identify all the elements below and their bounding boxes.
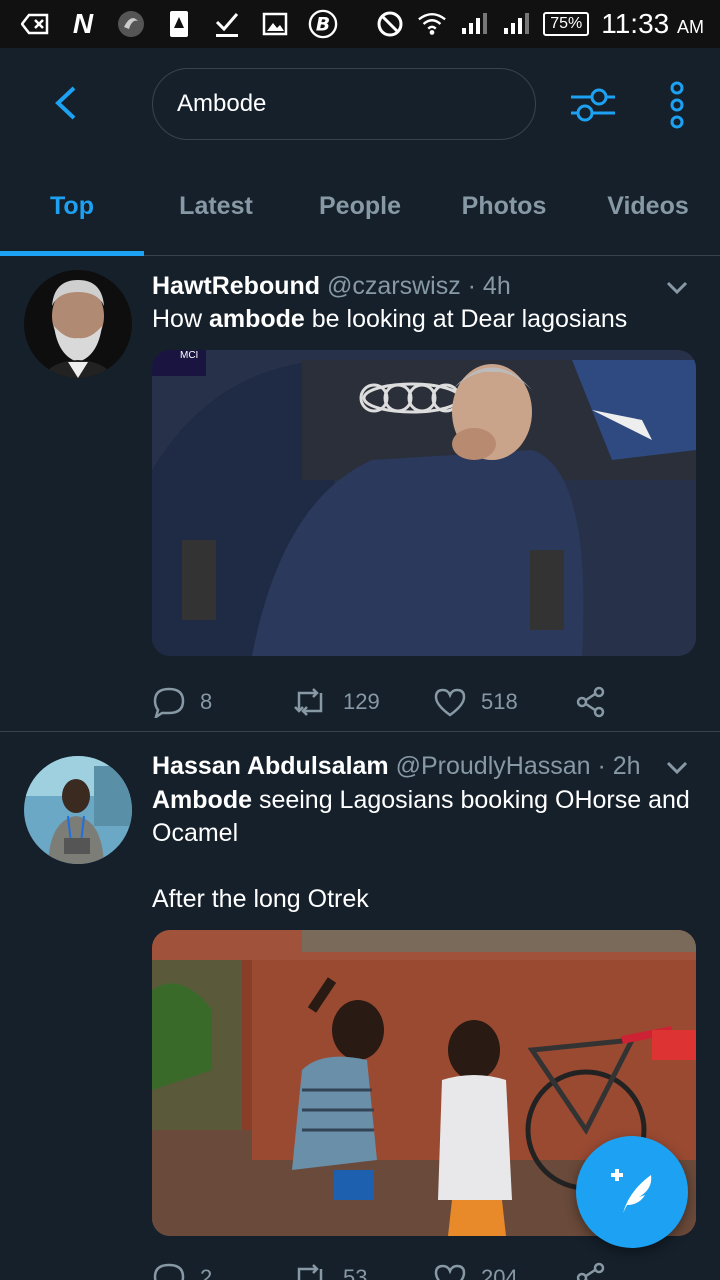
reply-icon: [153, 687, 185, 718]
phoenix-icon: [116, 9, 146, 39]
alert-file-icon: [164, 9, 194, 39]
share-icon: [576, 686, 605, 718]
share-button[interactable]: [575, 686, 607, 718]
b-app-icon: B: [308, 9, 338, 39]
chevron-down-icon[interactable]: [662, 272, 692, 302]
search-query: Ambode: [177, 90, 267, 117]
media-overlay-label: MCI: [180, 350, 199, 361]
tab-videos[interactable]: Videos: [576, 158, 720, 255]
tweet-actions: 2 53 204: [152, 1256, 696, 1280]
back-button[interactable]: [40, 78, 90, 128]
share-icon: [576, 1262, 605, 1280]
search-header: Ambode: [0, 48, 720, 158]
compose-feather-icon: [611, 1169, 652, 1213]
tab-photos[interactable]: Photos: [432, 158, 576, 255]
reply-count: 8: [200, 689, 213, 714]
chevron-down-icon[interactable]: [662, 752, 692, 782]
like-count: 204: [481, 1265, 518, 1280]
share-button[interactable]: [575, 1262, 607, 1280]
retweet-button[interactable]: 53: [291, 1263, 433, 1280]
battery-level: 75%: [543, 12, 590, 36]
retweet-button[interactable]: 129: [291, 687, 433, 717]
reply-button[interactable]: 2: [152, 1262, 291, 1280]
do-not-disturb-icon: [375, 9, 405, 39]
tab-top[interactable]: Top: [0, 158, 144, 256]
gallery-icon: [260, 9, 290, 39]
tweet[interactable]: HawtRebound @czarswisz · 4h How ambode b…: [0, 256, 720, 732]
author-name[interactable]: HawtRebound: [152, 272, 320, 300]
more-options-button[interactable]: [650, 78, 704, 132]
like-count: 518: [481, 689, 518, 714]
tab-latest[interactable]: Latest: [144, 158, 288, 255]
download-done-icon: [212, 9, 242, 39]
reply-icon: [153, 1263, 185, 1280]
status-bar: N B 75% 11:33 AM: [0, 0, 720, 48]
author-handle-time: @ProudlyHassan · 2h: [395, 752, 641, 780]
avatar[interactable]: [24, 270, 132, 378]
reply-count: 2: [200, 1265, 213, 1280]
wifi-icon: [417, 9, 447, 39]
heart-icon: [434, 1264, 466, 1280]
tweet-header: Hassan Abdulsalam @ProudlyHassan · 2h: [152, 750, 696, 782]
reply-button[interactable]: 8: [152, 686, 291, 718]
clock: 11:33 AM: [601, 8, 704, 39]
more-vertical-icon: [670, 81, 684, 129]
author-handle-time: @czarswisz · 4h: [327, 272, 511, 300]
svg-text:B: B: [316, 15, 330, 36]
retweet-count: 129: [343, 689, 380, 714]
author-name[interactable]: Hassan Abdulsalam: [152, 752, 389, 780]
retweet-icon: [294, 688, 323, 716]
signal-icon-1: [459, 9, 489, 39]
like-button[interactable]: 518: [433, 687, 575, 717]
tweet-actions: 8 129 518: [152, 680, 696, 724]
back-arrow-icon: [55, 86, 76, 120]
compose-tweet-button[interactable]: [576, 1136, 688, 1248]
tweet-header: HawtRebound @czarswisz · 4h: [152, 270, 696, 302]
tweet-image[interactable]: MCI: [152, 350, 696, 656]
signal-icon-2: [501, 9, 531, 39]
like-button[interactable]: 204: [433, 1263, 575, 1280]
keyboard-icon: [20, 9, 50, 39]
retweet-icon: [297, 1264, 323, 1280]
tweet-text: How ambode be looking at Dear lagosians: [152, 305, 628, 333]
avatar[interactable]: [24, 756, 132, 864]
app-n-icon: N: [72, 8, 94, 39]
sliders-icon: [571, 88, 615, 122]
search-filter-button[interactable]: [566, 78, 620, 132]
search-tabs: Top Latest People Photos Videos: [0, 158, 720, 256]
retweet-count: 53: [343, 1265, 368, 1280]
search-input[interactable]: Ambode: [152, 68, 536, 140]
tweet-text: Ambode seeing Lagosians booking OHorse a…: [152, 786, 690, 913]
tab-people[interactable]: People: [288, 158, 432, 255]
heart-icon: [434, 688, 466, 717]
